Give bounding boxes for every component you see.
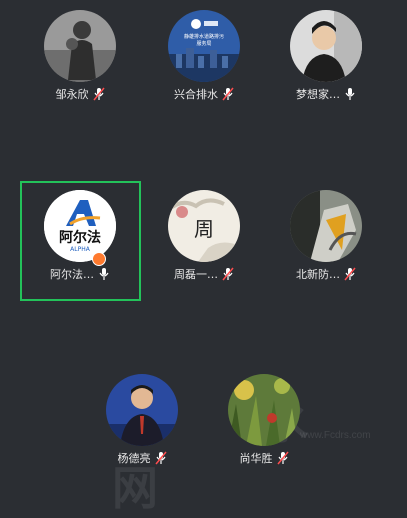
avatar: 阿尔法 ALPHA: [44, 190, 116, 262]
participant-name: 梦想家…: [296, 88, 340, 101]
participant-tile-zouyongxin[interactable]: 邹永欣: [20, 2, 140, 122]
mic-muted-icon[interactable]: [222, 267, 234, 281]
avatar: [290, 10, 362, 82]
host-badge-icon: [92, 252, 106, 266]
avatar: [44, 10, 116, 82]
mic-muted-icon[interactable]: [222, 87, 234, 101]
mic-icon[interactable]: [98, 267, 110, 281]
avatar-text-line1: 静雄排水道路排污: [184, 33, 224, 40]
participant-name: 周磊一…: [174, 268, 218, 281]
avatar: [290, 190, 362, 262]
participant-tile-beixin[interactable]: 北新防…: [266, 182, 386, 302]
participant-name: 尚华胜: [239, 452, 273, 465]
participant-tile-xinghe[interactable]: 静雄排水道路排污 服务局 兴合排水: [144, 2, 264, 122]
participant-name: 杨德亮: [117, 452, 151, 465]
mic-muted-icon[interactable]: [92, 87, 105, 101]
participant-name: 兴合排水: [174, 88, 218, 101]
participant-name: 阿尔法…: [50, 268, 94, 281]
participant-tile-mengxiangjia[interactable]: 梦想家…: [266, 2, 386, 122]
avatar: [106, 374, 178, 446]
mic-muted-icon[interactable]: [154, 451, 167, 465]
participant-name: 邹永欣: [55, 88, 89, 101]
avatar-text-line2: 服务局: [196, 40, 211, 47]
participant-tile-shanghuasheng[interactable]: 尚华胜: [204, 366, 324, 486]
logo-subtext: ALPHA: [70, 246, 91, 253]
mic-icon[interactable]: [344, 87, 356, 101]
avatar: 周: [168, 190, 240, 262]
mic-muted-icon[interactable]: [276, 451, 289, 465]
avatar-character: 周: [194, 217, 214, 241]
participant-tile-zhoulei[interactable]: 周 周磊一…: [144, 182, 264, 302]
avatar: 静雄排水道路排污 服务局: [168, 10, 240, 82]
logo-text: 阿尔法: [59, 229, 101, 246]
avatar: [228, 374, 300, 446]
participant-tile-alpha[interactable]: 阿尔法 ALPHA 阿尔法…: [20, 182, 140, 302]
participant-name: 北新防…: [296, 268, 340, 281]
participant-tile-yangdeliang[interactable]: 杨德亮: [82, 366, 202, 486]
mic-muted-icon[interactable]: [344, 267, 356, 281]
